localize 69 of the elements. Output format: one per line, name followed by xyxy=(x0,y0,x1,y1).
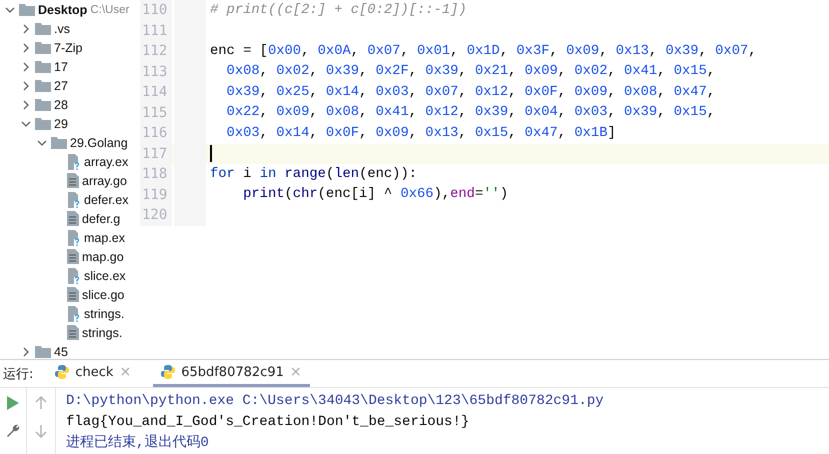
folder-icon xyxy=(35,117,51,130)
tree-item[interactable]: Desktop xyxy=(38,2,88,16)
tree-item[interactable]: map.ex xyxy=(84,230,125,244)
folder-icon xyxy=(51,136,67,149)
line-number: 117 xyxy=(140,144,172,164)
console-line: 进程已结束,退出代码0 xyxy=(66,434,210,453)
text-caret xyxy=(210,145,212,162)
line-number: 116 xyxy=(140,123,172,144)
console-line: flag{You_and_I_God's_Creation!Don't_be_serious!} xyxy=(66,413,470,432)
unknown-file-icon xyxy=(67,192,81,208)
tree-item[interactable]: 45 xyxy=(54,344,68,358)
line-number: 115 xyxy=(140,102,172,123)
folder-icon xyxy=(35,79,51,92)
tree-item[interactable]: slice.ex xyxy=(84,268,126,282)
wrench-icon[interactable] xyxy=(6,424,20,438)
tree-item[interactable]: strings. xyxy=(82,326,122,340)
unknown-file-icon xyxy=(67,268,81,284)
line-number: 113 xyxy=(140,62,172,82)
tree-item[interactable]: strings. xyxy=(84,306,124,320)
tree-item[interactable]: map.go xyxy=(82,250,124,264)
code-line: 0x03, 0x14, 0x0F, 0x09, 0x13, 0x15, 0x47, 0x1B] xyxy=(226,126,616,141)
unknown-file-icon xyxy=(67,230,81,246)
text-file-icon xyxy=(67,211,79,226)
line-number: 111 xyxy=(140,20,172,41)
tree-item[interactable]: defer.g xyxy=(82,212,120,226)
line-number: 114 xyxy=(140,82,172,102)
tree-item[interactable]: array.ex xyxy=(84,154,128,168)
tree-item[interactable]: array.go xyxy=(82,174,127,188)
folder-path: C:\User xyxy=(90,4,130,16)
code-line: 0x39, 0x25, 0x14, 0x03, 0x07, 0x12, 0x0F, 0x09, 0x08, 0x47, xyxy=(226,84,716,100)
tree-item[interactable]: 29 xyxy=(54,116,68,130)
code-line: # print((c[2:] + c[0:2])[::-1]) xyxy=(210,2,467,18)
folder-icon xyxy=(35,98,51,111)
folder-icon xyxy=(35,345,51,358)
tree-item[interactable]: .vs xyxy=(54,22,70,36)
run-label: 运行: xyxy=(3,366,34,384)
run-tab[interactable]: 65bdf80782c91 × xyxy=(153,360,310,387)
code-line: print(chr(enc[i] ^ 0x66),end='') xyxy=(242,187,508,202)
code-line: enc = [0x00, 0x0A, 0x07, 0x01, 0x1D, 0x3F, 0x09, 0x13, 0x39, 0x07, xyxy=(210,44,757,59)
text-file-icon xyxy=(67,249,79,264)
line-number: 118 xyxy=(140,164,172,184)
tree-item[interactable]: defer.ex xyxy=(84,192,128,206)
folder-icon xyxy=(35,60,51,73)
folder-icon xyxy=(19,3,35,16)
folder-icon xyxy=(35,41,51,54)
folder-icon xyxy=(35,22,51,35)
unknown-file-icon xyxy=(67,154,81,170)
tree-item[interactable]: 27 xyxy=(54,78,68,92)
line-number: 112 xyxy=(140,41,172,62)
text-file-icon xyxy=(67,287,79,302)
code-line: for i in range(len(enc)): xyxy=(210,166,418,182)
run-icon[interactable] xyxy=(7,396,19,410)
python-icon xyxy=(55,365,70,379)
tree-item[interactable]: 29.Golang xyxy=(70,136,128,150)
line-number: 120 xyxy=(140,205,172,226)
tree-item[interactable]: 17 xyxy=(54,60,68,74)
tree-item[interactable]: 28 xyxy=(54,98,68,112)
line-number: 110 xyxy=(140,0,172,20)
tree-item[interactable]: slice.go xyxy=(82,288,124,302)
code-line: 0x22, 0x09, 0x08, 0x41, 0x12, 0x39, 0x04, 0x03, 0x39, 0x15, xyxy=(226,105,716,120)
unknown-file-icon xyxy=(67,306,81,322)
line-number: 119 xyxy=(140,184,172,205)
text-file-icon xyxy=(67,325,79,340)
python-icon xyxy=(161,365,176,379)
tree-item[interactable]: 7-Zip xyxy=(54,40,82,54)
text-file-icon xyxy=(67,173,79,188)
console-line: D:\python\python.exe C:\Users\34043\Desktop\123\65bdf80782c91.py xyxy=(66,392,604,411)
code-line: 0x08, 0x02, 0x39, 0x2F, 0x39, 0x21, 0x09, 0x02, 0x41, 0x15, xyxy=(226,64,716,80)
run-tab[interactable]: check × xyxy=(47,360,140,387)
